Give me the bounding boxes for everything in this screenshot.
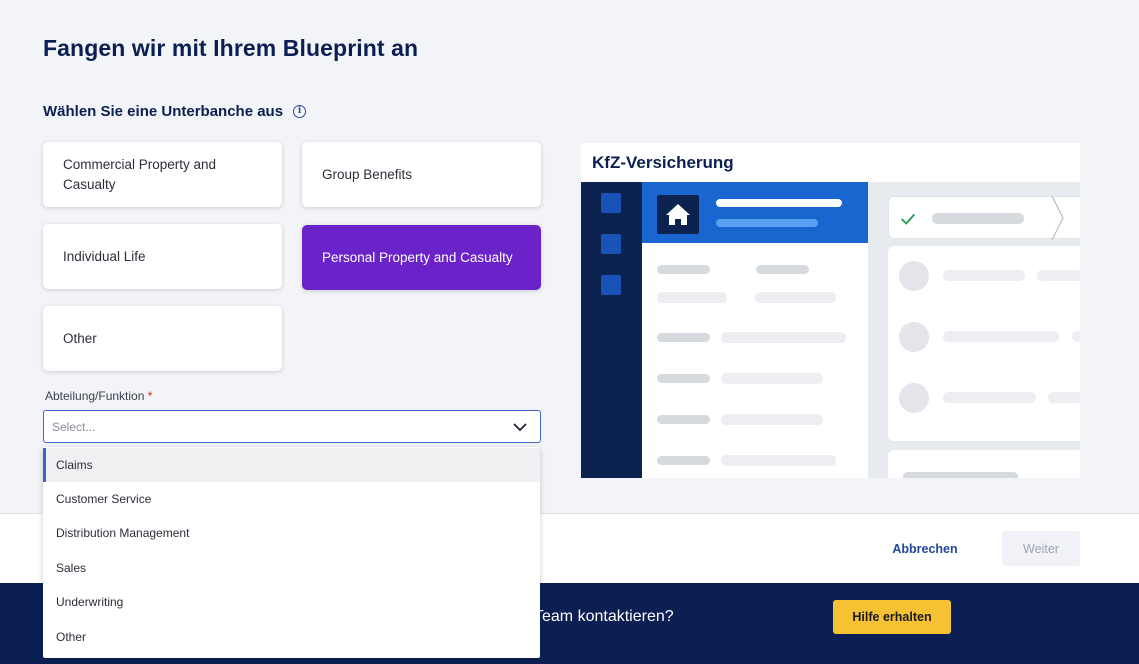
dropdown-option-sales[interactable]: Sales — [43, 551, 540, 585]
required-marker: * — [147, 389, 153, 403]
dropdown-option-customer-service[interactable]: Customer Service — [43, 482, 540, 516]
dropdown-option-other[interactable]: Other — [43, 620, 540, 654]
subbranch-card-label: Other — [63, 330, 97, 346]
subbranch-card-other[interactable]: Other — [43, 306, 282, 371]
preview-title: KfZ-Versicherung — [592, 153, 734, 172]
get-help-button[interactable]: Hilfe erhalten — [833, 600, 951, 634]
department-select[interactable]: Select... — [43, 410, 541, 443]
subbranch-card-label: Commercial Property and Casualty — [63, 156, 217, 192]
subbranch-card-label: Individual Life — [63, 248, 146, 264]
chevron-down-icon — [513, 423, 527, 432]
next-button[interactable]: Weiter — [1002, 531, 1080, 566]
subbranch-heading-text: Wählen Sie eine Unterbanche aus — [43, 103, 284, 120]
subbranch-card-group-benefits[interactable]: Group Benefits — [302, 142, 541, 207]
subbranch-heading: Wählen Sie eine Unterbanche aus i — [43, 103, 307, 120]
subbranch-card-label: Group Benefits — [322, 166, 413, 182]
subbranch-card-label: Personal Property and Casualty — [322, 249, 513, 265]
department-select-placeholder: Select... — [52, 419, 96, 434]
chevron-right-icon — [1051, 196, 1064, 240]
dropdown-option-distribution-management[interactable]: Distribution Management — [43, 516, 540, 550]
check-icon — [901, 213, 915, 225]
department-label: Abteilung/Funktion * — [45, 389, 152, 403]
preview-sidebar — [581, 182, 642, 478]
help-text: Team kontaktieren? — [534, 608, 674, 625]
home-icon — [657, 195, 699, 234]
subbranch-card-individual-life[interactable]: Individual Life — [43, 224, 282, 289]
subbranch-card-personal-pc[interactable]: Personal Property and Casualty — [302, 225, 541, 290]
cancel-button[interactable]: Abbrechen — [882, 532, 968, 565]
info-icon[interactable]: i — [293, 105, 307, 118]
preview-detail — [868, 182, 1080, 478]
department-dropdown-menu: Claims Customer Service Distribution Man… — [43, 447, 540, 658]
blueprint-preview: KfZ-Versicherung — [581, 143, 1080, 478]
dropdown-option-claims[interactable]: Claims — [43, 448, 540, 482]
page-title: Fangen wir mit Ihrem Blueprint an — [43, 35, 419, 61]
department-label-text: Abteilung/Funktion — [45, 389, 145, 403]
preview-panel — [642, 182, 868, 478]
dropdown-option-underwriting[interactable]: Underwriting — [43, 585, 540, 619]
subbranch-card-commercial-pc[interactable]: Commercial Property and Casualty — [43, 142, 282, 207]
